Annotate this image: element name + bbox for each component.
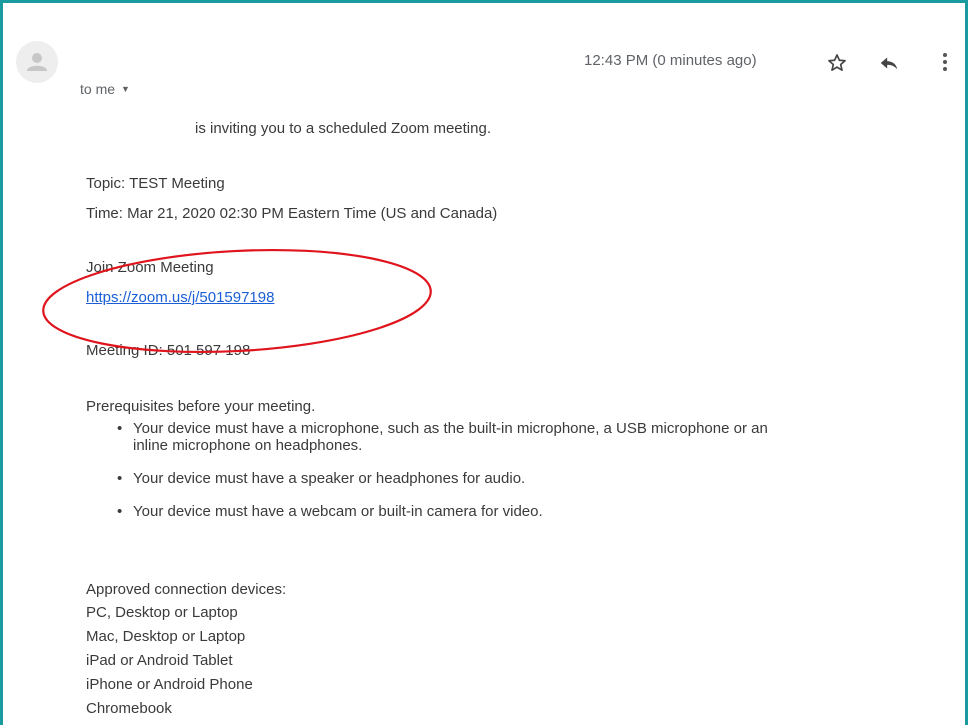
prerequisites-heading: Prerequisites before your meeting. bbox=[86, 398, 316, 415]
email-message-pane: 12:43 PM (0 minutes ago) to me ▼ is invi… bbox=[0, 0, 968, 725]
meeting-topic: Topic: TEST Meeting bbox=[86, 175, 225, 192]
person-placeholder-icon bbox=[27, 53, 47, 71]
device-item: Chromebook bbox=[86, 700, 172, 717]
device-item: PC, Desktop or Laptop bbox=[86, 604, 238, 621]
meeting-time: Time: Mar 21, 2020 02:30 PM Eastern Time… bbox=[86, 205, 498, 222]
sender-avatar[interactable] bbox=[16, 41, 58, 83]
device-item: Mac, Desktop or Laptop bbox=[86, 628, 246, 645]
device-item: iPad or Android Tablet bbox=[86, 652, 233, 669]
prereq-1-line1: Your device must have a microphone, such… bbox=[133, 420, 768, 437]
list-item: Your device must have a microphone, such… bbox=[115, 420, 768, 454]
caret-down-icon: ▼ bbox=[121, 84, 130, 94]
invite-intro: is inviting you to a scheduled Zoom meet… bbox=[195, 120, 491, 137]
join-meeting-label: Join Zoom Meeting bbox=[86, 259, 214, 276]
list-item: Your device must have a webcam or built-… bbox=[115, 503, 768, 520]
prereq-3: Your device must have a webcam or built-… bbox=[133, 503, 543, 520]
meeting-id: Meeting ID: 501 597 198 bbox=[86, 342, 251, 359]
reply-icon[interactable] bbox=[877, 51, 901, 75]
more-options-icon[interactable] bbox=[933, 50, 957, 74]
star-icon[interactable] bbox=[825, 51, 849, 75]
message-timestamp: 12:43 PM (0 minutes ago) bbox=[584, 52, 757, 69]
recipient-label: to me bbox=[80, 81, 116, 97]
prerequisites-list: Your device must have a microphone, such… bbox=[115, 420, 768, 520]
device-item: iPhone or Android Phone bbox=[86, 676, 253, 693]
prereq-2: Your device must have a speaker or headp… bbox=[133, 470, 526, 487]
prereq-1-line2: inline microphone on headphones. bbox=[133, 437, 363, 454]
devices-heading: Approved connection devices: bbox=[86, 581, 287, 598]
join-meeting-link[interactable]: https://zoom.us/j/501597198 bbox=[86, 289, 274, 306]
list-item: Your device must have a speaker or headp… bbox=[115, 470, 768, 487]
recipient-dropdown[interactable]: to me ▼ bbox=[80, 81, 130, 97]
